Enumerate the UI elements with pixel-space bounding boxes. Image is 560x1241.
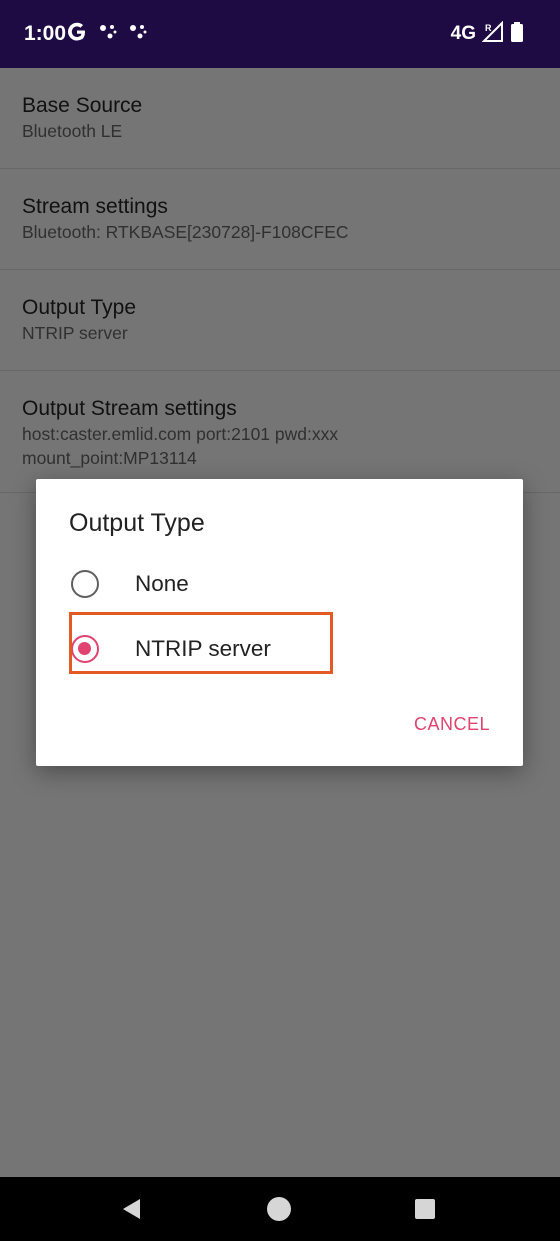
settings-list: Base Source Bluetooth LE Stream settings… — [0, 68, 560, 493]
notification-dots-icon — [98, 22, 118, 47]
status-time: 1:00 — [24, 22, 67, 45]
home-icon[interactable] — [247, 1177, 311, 1241]
pref-output-type[interactable]: Output Type NTRIP server — [0, 270, 560, 371]
pref-title: Base Source — [22, 94, 143, 117]
status-system-icons: 4G R — [451, 20, 524, 48]
pref-summary: Bluetooth: RTKBASE[230728]-F108CFEC — [22, 222, 349, 242]
battery-icon — [510, 21, 524, 48]
pref-summary: mount_point:MP13114 — [22, 448, 197, 468]
pref-base-source[interactable]: Base Source Bluetooth LE — [0, 68, 560, 169]
pref-title: Output Stream settings — [22, 397, 237, 420]
status-bar: 1:00 4G R — [0, 0, 560, 68]
option-label: None — [135, 571, 189, 596]
network-type: 4G — [450, 23, 476, 44]
notification-dots-icon — [128, 22, 148, 47]
selection-highlight-box — [69, 612, 333, 674]
signal-icon: R — [481, 20, 504, 48]
pref-summary: Bluetooth LE — [22, 121, 123, 141]
pref-summary: host:caster.emlid.com port:2101 pwd:xxx — [22, 424, 339, 444]
pref-title: Stream settings — [22, 195, 168, 218]
dialog-title: Output Type — [69, 509, 205, 537]
option-none[interactable]: None — [36, 553, 523, 615]
pref-output-stream-settings[interactable]: Output Stream settings host:caster.emlid… — [0, 371, 560, 493]
back-icon[interactable] — [100, 1177, 164, 1241]
navigation-bar — [0, 1177, 560, 1241]
recents-icon[interactable] — [393, 1177, 457, 1241]
google-g-icon — [66, 21, 88, 48]
svg-text:R: R — [485, 23, 492, 33]
radio-unchecked-icon[interactable] — [71, 570, 99, 598]
cancel-button[interactable]: CANCEL — [414, 712, 490, 736]
pref-summary: NTRIP server — [22, 323, 128, 343]
status-notification-icons — [66, 20, 148, 48]
pref-title: Output Type — [22, 296, 137, 319]
pref-stream-settings[interactable]: Stream settings Bluetooth: RTKBASE[23072… — [0, 169, 560, 270]
